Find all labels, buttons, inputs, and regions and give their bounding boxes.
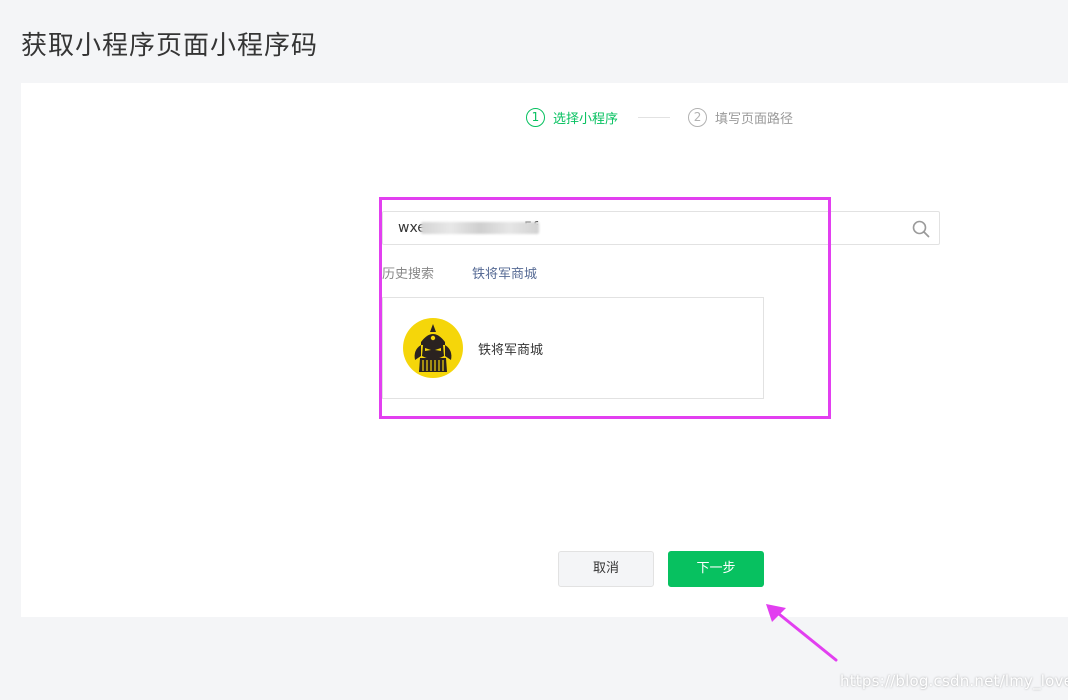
step-1: 1 选择小程序 <box>526 107 619 127</box>
search-results: 铁将军商城 <box>382 297 764 399</box>
step-2: 2 填写页面路径 <box>688 107 794 127</box>
search-history: 历史搜索 铁将军商城 <box>382 263 537 282</box>
mascot-avatar-icon <box>403 318 463 378</box>
step-2-label: 填写页面路径 <box>715 111 794 127</box>
step-divider <box>638 116 671 118</box>
step-2-number: 2 <box>688 107 708 127</box>
main-card: 1 选择小程序 2 填写页面路径 历史搜索 铁将军商城 <box>21 83 1068 617</box>
step-indicator: 1 选择小程序 2 填写页面路径 <box>526 105 793 129</box>
next-step-button[interactable]: 下一步 <box>668 551 764 587</box>
cancel-button[interactable]: 取消 <box>558 551 654 587</box>
search-box[interactable] <box>382 211 940 245</box>
watermark: https://blog.csdn.net/lmy_loveF <box>840 672 1068 690</box>
history-label: 历史搜索 <box>382 267 435 282</box>
result-name: 铁将军商城 <box>478 342 544 358</box>
step-1-label: 选择小程序 <box>553 111 619 127</box>
page-title: 获取小程序页面小程序码 <box>21 31 319 61</box>
step-1-number: 1 <box>526 107 545 127</box>
search-input[interactable] <box>383 212 918 244</box>
result-item[interactable]: 铁将军商城 <box>403 318 543 378</box>
history-item[interactable]: 铁将军商城 <box>472 263 537 282</box>
search-icon[interactable] <box>912 220 930 238</box>
